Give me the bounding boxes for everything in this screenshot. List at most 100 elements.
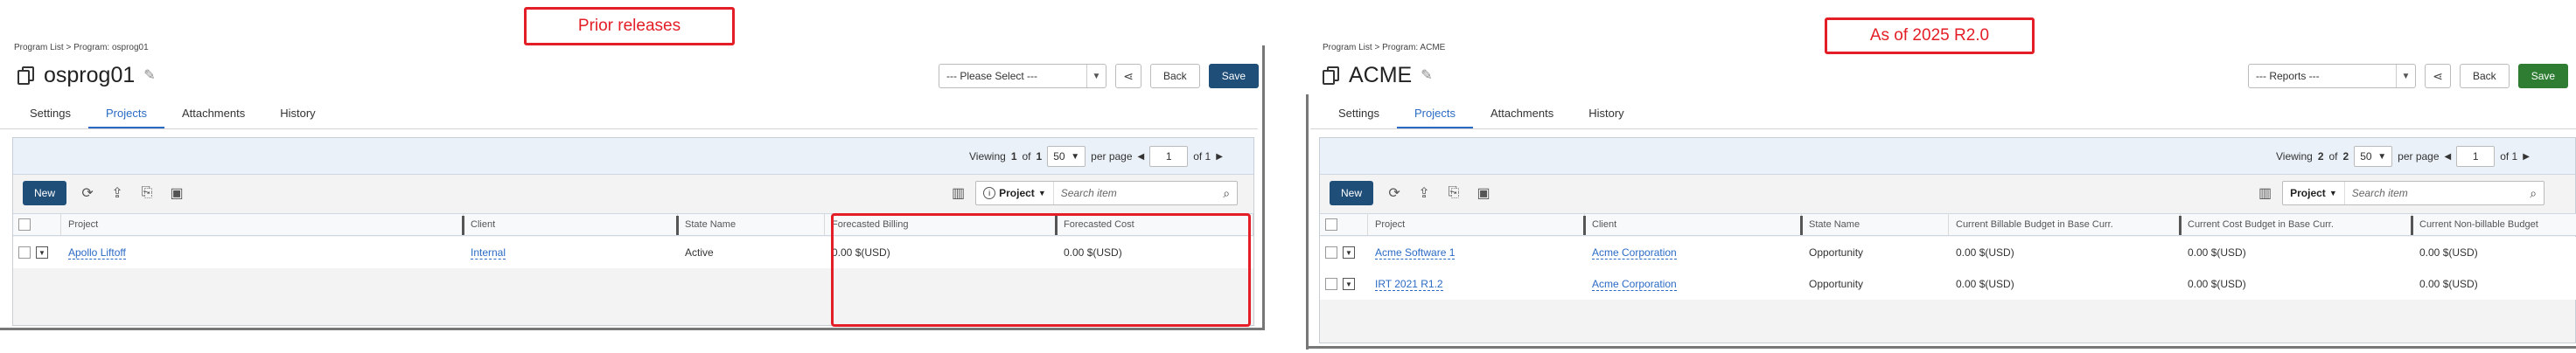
row-menu-icon[interactable]: ▼ bbox=[1343, 246, 1355, 259]
cost-budget-cell: 0.00 $(USD) bbox=[2188, 246, 2246, 259]
project-link[interactable]: Apollo Liftoff bbox=[68, 246, 126, 260]
tab-attachments[interactable]: Attachments bbox=[164, 101, 262, 129]
search-input[interactable]: Search item bbox=[2345, 187, 2523, 199]
column-header[interactable]: Client bbox=[464, 214, 679, 235]
column-header[interactable]: Current Non-billable Budget bbox=[2412, 214, 2576, 235]
tab-attachments[interactable]: Attachments bbox=[1473, 101, 1571, 129]
table-row: ▼ IRT 2021 R1.2 Acme Corporation Opportu… bbox=[1320, 268, 2576, 300]
row-menu-icon[interactable]: ▼ bbox=[36, 246, 48, 259]
column-header[interactable]: Project bbox=[1368, 214, 1586, 235]
window-edge bbox=[1306, 346, 2576, 349]
page-input[interactable]: 1 bbox=[1149, 146, 1189, 167]
tab-settings[interactable]: Settings bbox=[12, 101, 88, 129]
back-button[interactable]: Back bbox=[2460, 64, 2510, 88]
chevron-down-icon: ▼ bbox=[2396, 65, 2415, 87]
column-header[interactable]: Client bbox=[1585, 214, 1803, 235]
tab-projects[interactable]: Projects bbox=[1396, 101, 1473, 129]
left-panel: Program List > Program: osprog01 osprog0… bbox=[0, 0, 1273, 353]
tab-projects[interactable]: Projects bbox=[87, 101, 164, 129]
nonbillable-budget-cell: 0.00 $(USD) bbox=[2419, 246, 2478, 259]
column-header[interactable]: Current Billable Budget in Base Curr. bbox=[1949, 214, 2182, 235]
export-icon[interactable]: ⇪ bbox=[108, 184, 126, 202]
select-all-checkbox[interactable] bbox=[1325, 218, 1337, 231]
billable-budget-cell: 0.00 $(USD) bbox=[1956, 278, 2014, 290]
annotation-label: As of 2025 R2.0 bbox=[1825, 17, 2035, 54]
projects-table: Project Client State Name Current Billab… bbox=[1320, 213, 2576, 301]
search-field-select[interactable]: i Project ▼ bbox=[976, 182, 1054, 204]
page-input[interactable]: 1 bbox=[2456, 146, 2496, 167]
edit-pencil-icon[interactable]: ✎ bbox=[143, 68, 156, 82]
tab-divider bbox=[0, 128, 1258, 129]
action-select[interactable]: --- Please Select --- ▼ bbox=[939, 64, 1106, 88]
save-button[interactable]: Save bbox=[2517, 64, 2569, 88]
billable-budget-cell: 0.00 $(USD) bbox=[1956, 246, 2014, 259]
tab-settings[interactable]: Settings bbox=[1321, 101, 1397, 129]
window-edge bbox=[1262, 45, 1265, 329]
search-box[interactable]: Project ▼ Search item ⌕ bbox=[2282, 181, 2545, 205]
pager: Viewing 1 of 1 50 ▼ per page ◀ 1 of 1 ▶ bbox=[969, 146, 1223, 167]
window-edge bbox=[0, 328, 1265, 330]
save-button[interactable]: Save bbox=[1208, 64, 1260, 88]
columns-icon[interactable]: ▥ bbox=[952, 184, 965, 202]
new-button[interactable]: New bbox=[1330, 181, 1374, 205]
window-edge bbox=[1306, 94, 1309, 350]
row-checkbox[interactable] bbox=[1325, 246, 1337, 259]
state-cell: Active bbox=[685, 246, 714, 259]
state-cell: Opportunity bbox=[1809, 246, 1864, 259]
copy-icon[interactable]: ⎘ bbox=[1445, 185, 1463, 201]
columns-icon[interactable]: ▥ bbox=[2258, 184, 2272, 202]
highlight-annotation bbox=[831, 213, 1251, 327]
program-icon bbox=[17, 66, 35, 86]
row-menu-icon[interactable]: ▼ bbox=[1343, 278, 1355, 290]
page-title: ACME bbox=[1349, 63, 1413, 87]
prev-page-icon[interactable]: ◀ bbox=[1138, 152, 1145, 162]
per-page-select[interactable]: 50 ▼ bbox=[2354, 146, 2393, 167]
right-panel: Program List > Program: ACME ACME ✎ --- … bbox=[1303, 0, 2576, 353]
reports-select-value: --- Reports --- bbox=[2256, 70, 2320, 82]
search-box[interactable]: i Project ▼ Search item ⌕ bbox=[975, 181, 1239, 205]
next-page-icon[interactable]: ▶ bbox=[2523, 152, 2530, 162]
client-link[interactable]: Acme Corporation bbox=[1592, 278, 1677, 291]
tab-history[interactable]: History bbox=[1571, 101, 1641, 129]
new-button[interactable]: New bbox=[23, 181, 67, 205]
duplicate-icon[interactable]: ▣ bbox=[1475, 184, 1492, 202]
reports-select[interactable]: --- Reports --- ▼ bbox=[2248, 64, 2416, 88]
search-icon[interactable]: ⌕ bbox=[2523, 186, 2544, 201]
project-link[interactable]: IRT 2021 R1.2 bbox=[1375, 278, 1443, 291]
refresh-icon[interactable]: ⟳ bbox=[79, 184, 96, 202]
refresh-icon[interactable]: ⟳ bbox=[1386, 184, 1403, 202]
search-icon[interactable]: ⌕ bbox=[1216, 186, 1237, 201]
edit-pencil-icon[interactable]: ✎ bbox=[1421, 68, 1433, 82]
column-header[interactable]: Project bbox=[61, 214, 464, 235]
select-all-checkbox[interactable] bbox=[18, 218, 31, 231]
column-header[interactable]: State Name bbox=[1802, 214, 1949, 235]
chevron-down-icon: ▼ bbox=[1086, 65, 1106, 87]
duplicate-icon[interactable]: ▣ bbox=[168, 184, 185, 202]
search-field-select[interactable]: Project ▼ bbox=[2283, 182, 2345, 204]
pager: Viewing 2 of 2 50 ▼ per page ◀ 1 of 1 ▶ bbox=[2276, 146, 2530, 167]
column-header[interactable]: Current Cost Budget in Base Curr. bbox=[2181, 214, 2413, 235]
client-link[interactable]: Internal bbox=[471, 246, 506, 260]
export-icon[interactable]: ⇪ bbox=[1415, 184, 1433, 202]
tab-history[interactable]: History bbox=[262, 101, 332, 129]
copy-icon[interactable]: ⎘ bbox=[138, 185, 156, 201]
back-button[interactable]: Back bbox=[1150, 64, 1200, 88]
column-header[interactable]: State Name bbox=[678, 214, 825, 235]
breadcrumb[interactable]: Program List > Program: ACME bbox=[1323, 43, 1445, 52]
per-page-select[interactable]: 50 ▼ bbox=[1047, 146, 1086, 167]
state-cell: Opportunity bbox=[1809, 278, 1864, 290]
breadcrumb[interactable]: Program List > Program: osprog01 bbox=[14, 43, 149, 52]
prev-page-icon[interactable]: ◀ bbox=[2445, 152, 2452, 162]
client-link[interactable]: Acme Corporation bbox=[1592, 246, 1677, 260]
row-checkbox[interactable] bbox=[18, 246, 31, 259]
nonbillable-budget-cell: 0.00 $(USD) bbox=[2419, 278, 2478, 290]
project-link[interactable]: Acme Software 1 bbox=[1375, 246, 1456, 260]
share-icon[interactable]: ⋖ bbox=[2425, 64, 2451, 88]
table-row: ▼ Acme Software 1 Acme Corporation Oppor… bbox=[1320, 237, 2576, 268]
search-input[interactable]: Search item bbox=[1054, 187, 1216, 199]
page-title: osprog01 bbox=[44, 63, 136, 87]
next-page-icon[interactable]: ▶ bbox=[1216, 152, 1223, 162]
row-checkbox[interactable] bbox=[1325, 278, 1337, 290]
share-icon[interactable]: ⋖ bbox=[1115, 64, 1141, 88]
table-header: Project Client State Name Current Billab… bbox=[1320, 213, 2576, 236]
